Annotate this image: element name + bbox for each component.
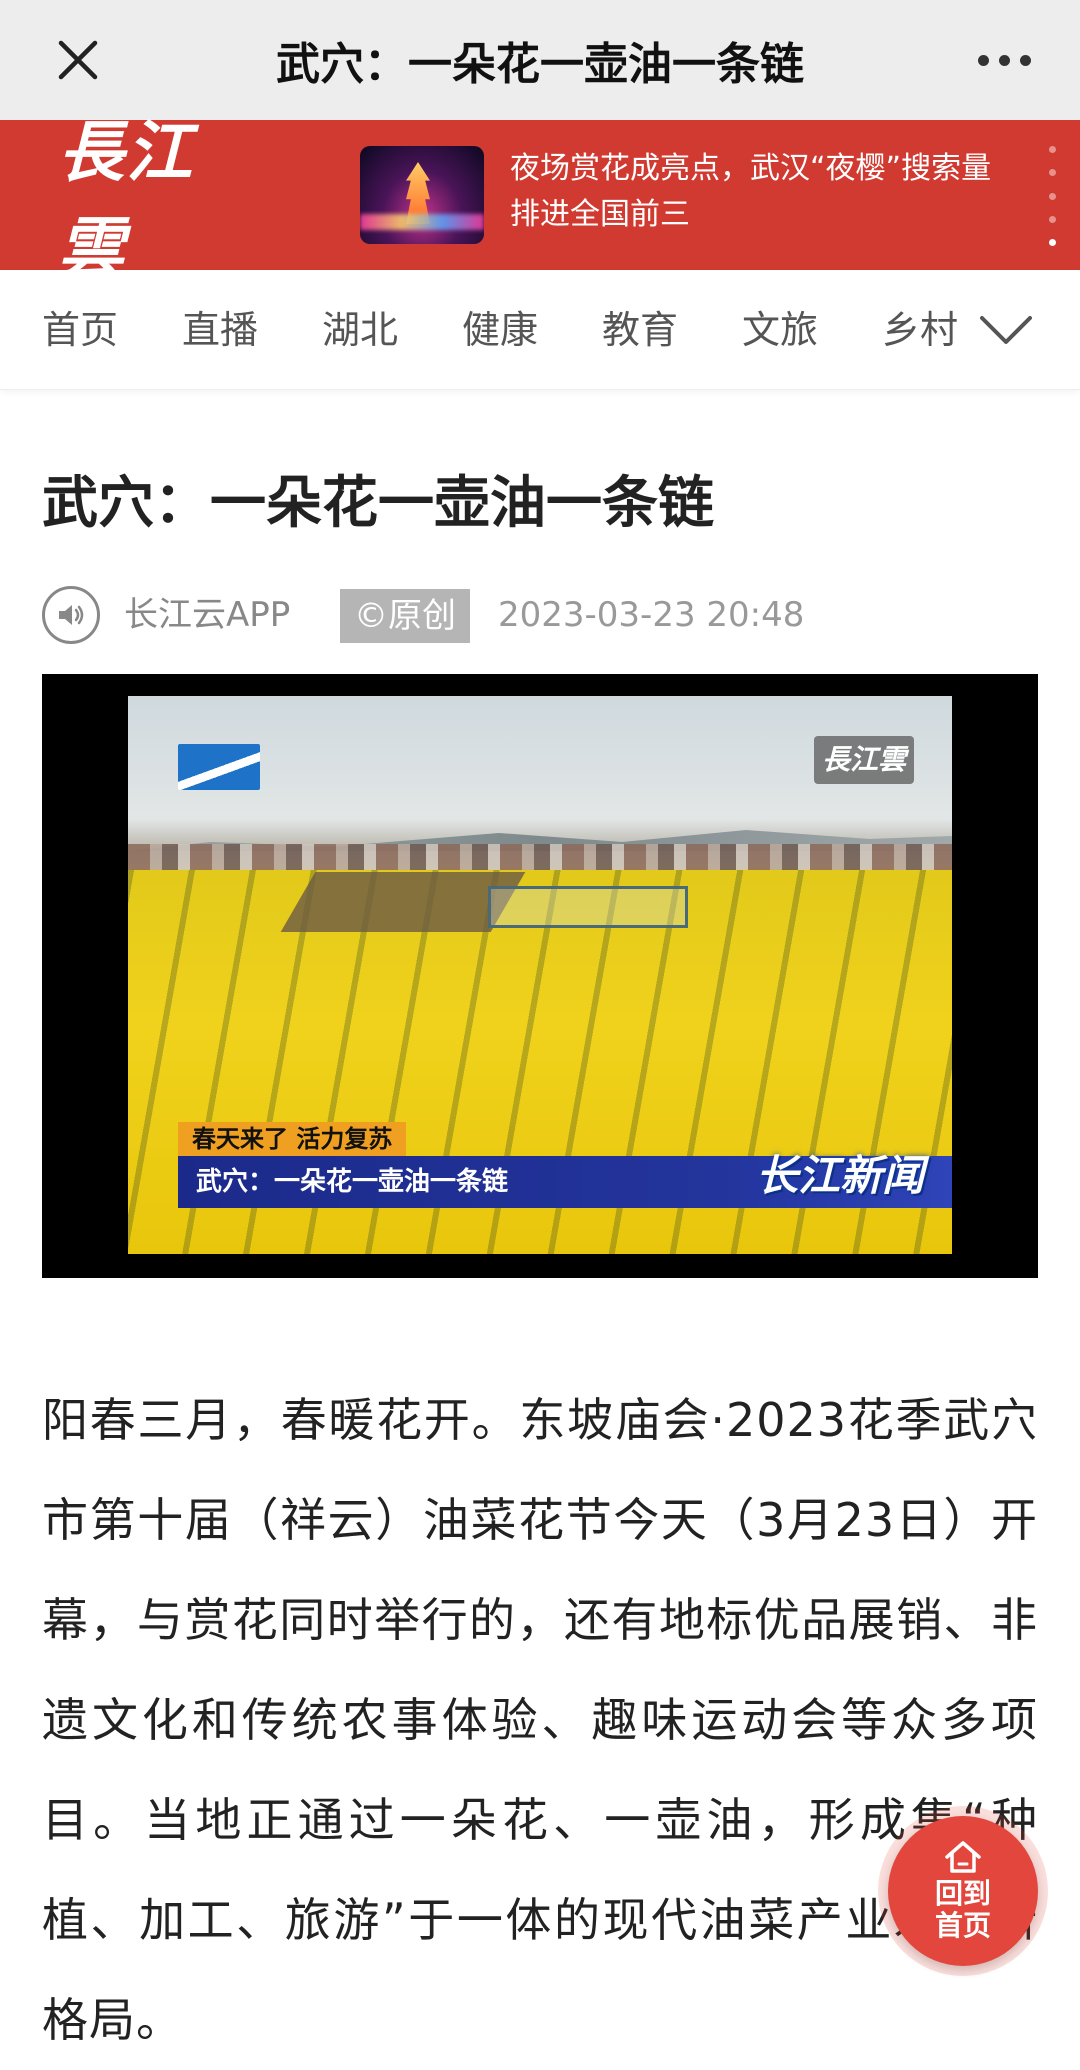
carousel-dot (1048, 169, 1056, 177)
back-to-home-label: 回到首页 (934, 1877, 991, 1942)
nav-item-hubei[interactable]: 湖北 (322, 270, 398, 390)
carousel-dot (1048, 192, 1056, 200)
hubei-tv-logo (178, 744, 260, 790)
more-button[interactable] (964, 24, 1044, 96)
video-player[interactable]: 長江雲 春天来了 活力复苏 武穴：一朵花一壶油一条链 长江新闻 (42, 674, 1038, 1278)
chevron-down-icon[interactable] (978, 306, 1034, 354)
field-sign-image (488, 886, 688, 928)
video-frame: 長江雲 春天来了 活力复苏 武穴：一朵花一壶油一条链 长江新闻 (128, 696, 952, 1254)
nav-item-culture-travel[interactable]: 文旅 (742, 270, 818, 390)
more-icon (998, 54, 1010, 66)
article-meta: 长江云APP ©原创 2023-03-23 20:48 (42, 586, 1042, 646)
carousel-dot-active (1048, 239, 1056, 246)
original-badge: ©原创 (340, 589, 470, 643)
close-button[interactable] (40, 24, 116, 96)
publish-time: 2023-03-23 20:48 (498, 595, 805, 635)
speaker-icon (59, 605, 84, 625)
more-icon (1019, 54, 1031, 66)
changjiang-cloud-logo[interactable]: 長江雲 (58, 113, 258, 287)
brand-banner: 長江雲 夜场赏花成亮点，武汉“夜樱”搜索量排进全国前三 (0, 113, 1080, 287)
close-icon (58, 40, 98, 80)
village-image (128, 844, 952, 870)
nav-item-rural[interactable]: 乡村 (882, 270, 958, 390)
banner-headline-link[interactable]: 夜场赏花成亮点，武汉“夜樱”搜索量排进全国前三 (510, 146, 1020, 246)
back-to-home-button[interactable]: 回到首页 (888, 1816, 1038, 1966)
home-icon (945, 1841, 981, 1873)
changjiang-news-logo: 长江新闻 (755, 1151, 924, 1200)
nav-item-home[interactable]: 首页 (42, 270, 118, 390)
category-nav: 首页 直播 湖北 健康 教育 文旅 乡村 (0, 270, 1080, 390)
carousel-dot (1048, 215, 1056, 223)
nav-item-live[interactable]: 直播 (182, 270, 258, 390)
more-icon (977, 54, 989, 66)
nav-item-education[interactable]: 教育 (602, 270, 678, 390)
video-watermark: 長江雲 (814, 736, 914, 784)
read-aloud-button[interactable] (42, 586, 100, 644)
news-thumbnail[interactable] (360, 146, 484, 244)
video-caption-tag: 春天来了 活力复苏 (178, 1122, 407, 1156)
article-body: 阳春三月，春暖花开。东坡庙会·2023花季武穴市第十届（祥云）油菜花节今天（3月… (42, 1393, 1038, 2047)
nav-item-health[interactable]: 健康 (462, 270, 538, 390)
article-title: 武穴：一朵花一壶油一条链 (42, 471, 714, 536)
night-lights-image (360, 214, 484, 230)
carousel-dot (1048, 146, 1056, 153)
article-source: 长江云APP (124, 595, 291, 635)
window-title: 武穴：一朵花一壶油一条链 (276, 39, 804, 90)
carousel-indicator (1046, 146, 1058, 246)
